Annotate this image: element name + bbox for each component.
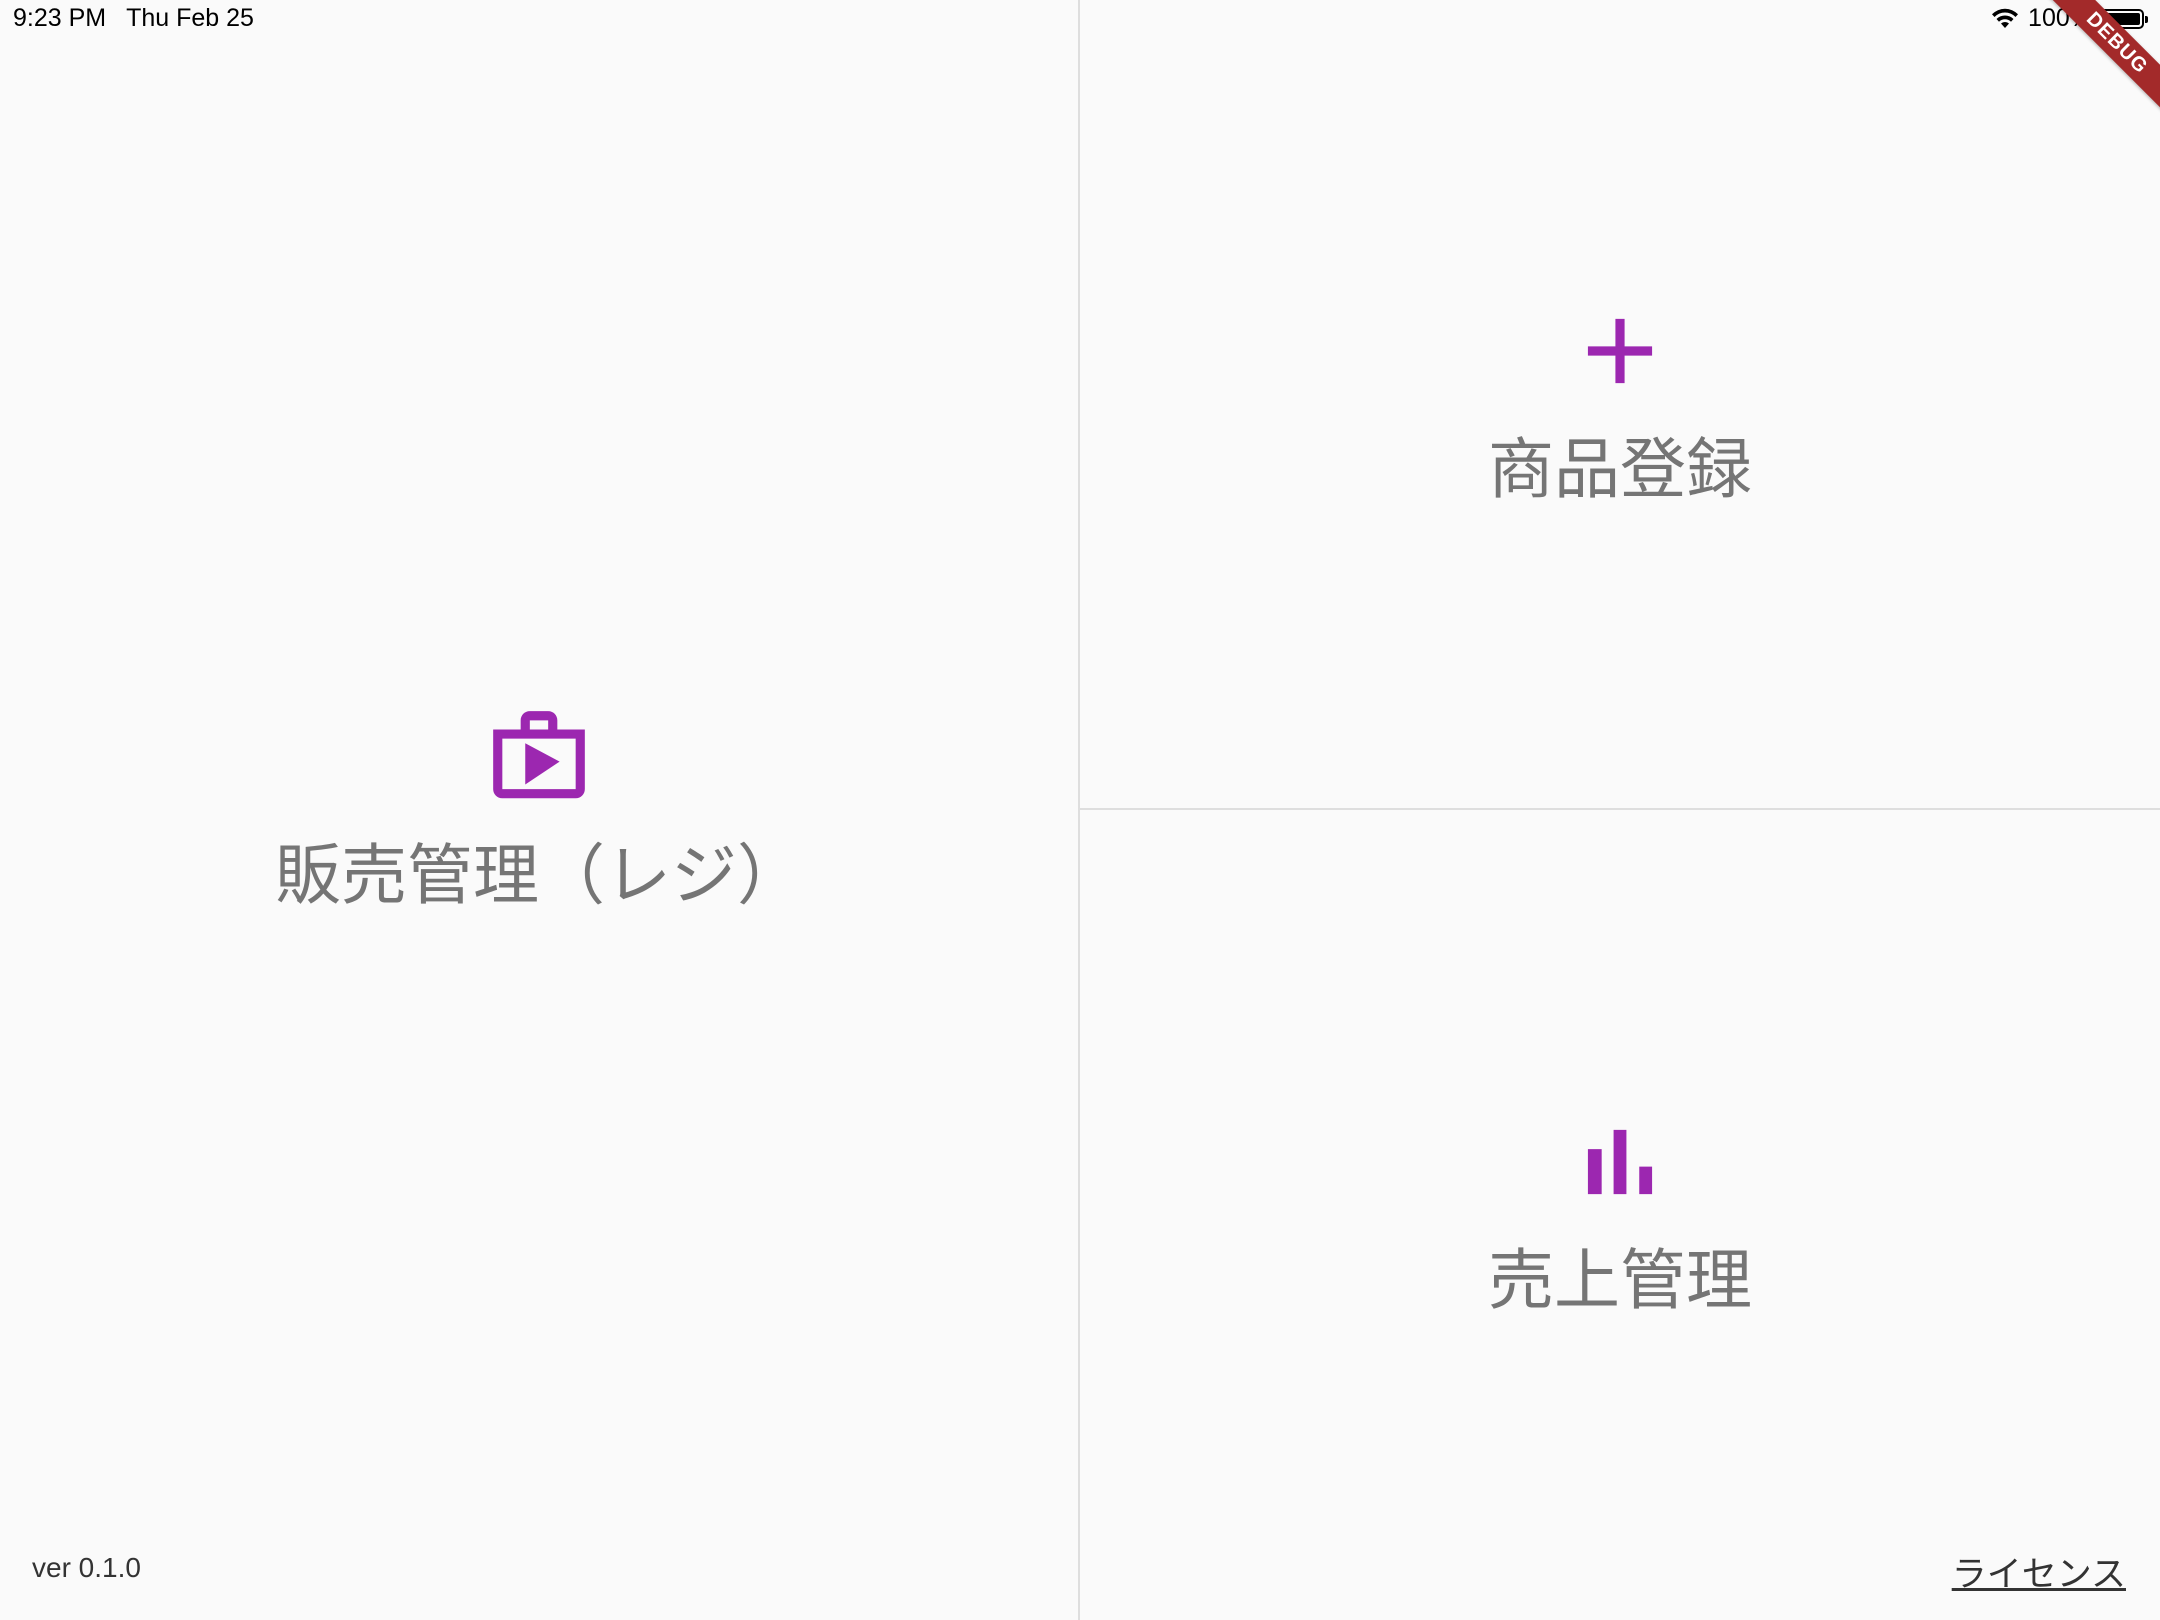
sales-management-label: 売上管理 — [1488, 1242, 1752, 1319]
bar-chart-icon — [1587, 1129, 1653, 1195]
register-tile-button[interactable]: 販売管理（レジ） — [0, 0, 1078, 1620]
product-registration-label: 商品登録 — [1488, 431, 1752, 508]
product-registration-tile-button[interactable]: 商品登録 — [1080, 0, 2160, 808]
sales-management-tile-button[interactable]: 売上管理 — [1080, 810, 2160, 1620]
shop-bag-play-icon — [493, 711, 585, 799]
version-text: ver 0.1.0 — [32, 1552, 141, 1583]
license-link[interactable]: ライセンス — [1952, 1546, 2126, 1597]
app-screen: 9:23 PM Thu Feb 25 100% DEBUG 販売管理（レジ） 商… — [0, 0, 2160, 1620]
plus-icon — [1587, 318, 1653, 384]
register-label: 販売管理（レジ） — [275, 837, 803, 914]
